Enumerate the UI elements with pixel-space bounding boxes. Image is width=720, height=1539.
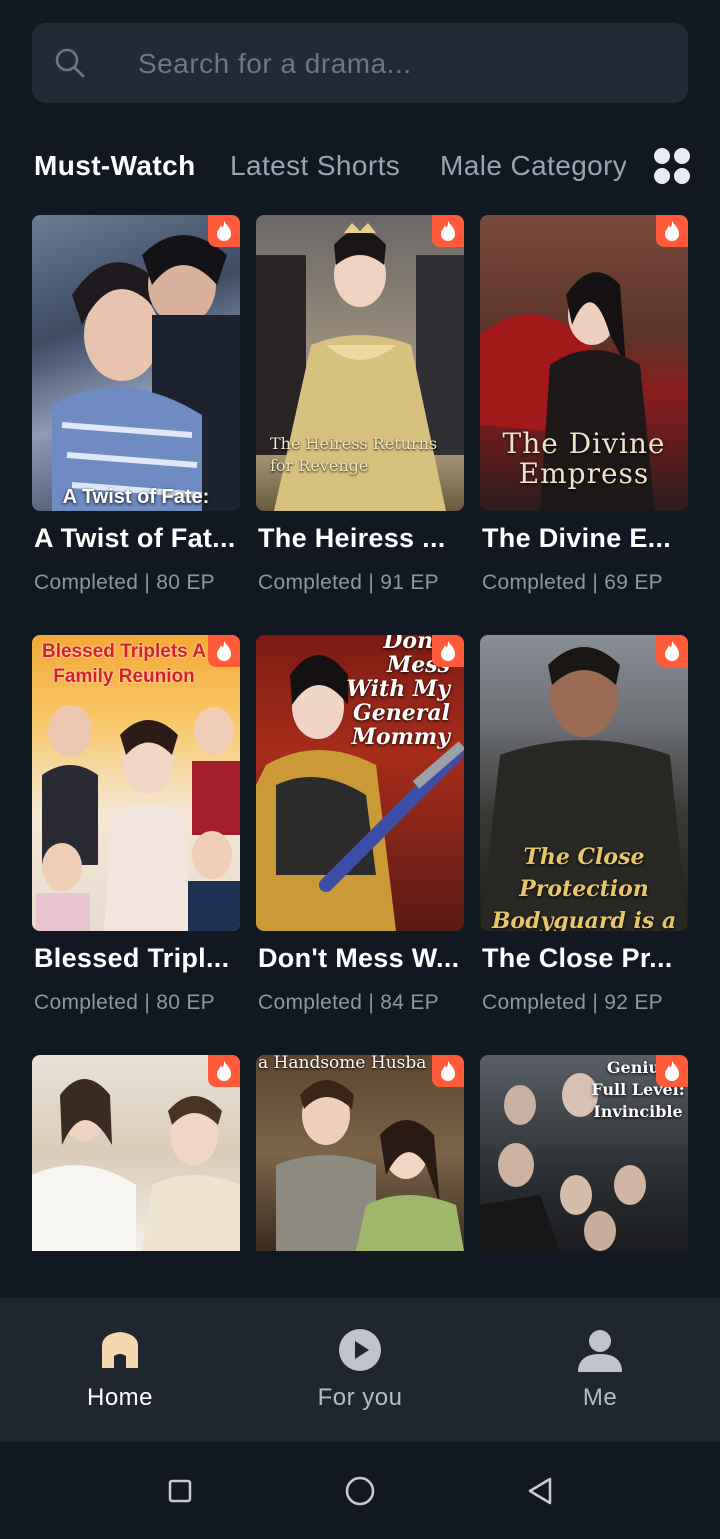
drama-poster[interactable]: The Close Protection Bodyguard is a War … xyxy=(480,635,688,931)
category-tabs: Must-Watch Latest Shorts Male Category xyxy=(0,130,720,202)
flame-icon xyxy=(441,1061,455,1081)
tab-male-category[interactable]: Male Category xyxy=(440,150,626,182)
drama-poster[interactable] xyxy=(32,1055,240,1251)
drama-meta: Completed | 84 EP xyxy=(258,991,439,1014)
tab-latest-shorts[interactable]: Latest Shorts xyxy=(230,150,400,182)
system-nav-bar xyxy=(0,1442,720,1539)
search-input[interactable] xyxy=(136,23,680,105)
flame-icon xyxy=(217,221,231,241)
recent-apps-icon[interactable] xyxy=(168,1479,192,1503)
search-icon xyxy=(55,48,85,78)
flame-icon xyxy=(665,221,679,241)
drama-poster[interactable]: a Handsome Husba xyxy=(256,1055,464,1251)
hot-badge xyxy=(656,635,688,667)
flame-icon xyxy=(665,641,679,661)
tab-must-watch[interactable]: Must-Watch xyxy=(34,150,196,182)
flame-icon xyxy=(665,1061,679,1081)
nav-home[interactable]: Home xyxy=(0,1298,240,1442)
drama-poster[interactable]: Blessed Triplets A Family Reunion xyxy=(32,635,240,931)
play-icon xyxy=(339,1329,381,1371)
hot-badge xyxy=(656,1055,688,1087)
back-icon[interactable] xyxy=(526,1476,554,1506)
hot-badge xyxy=(432,1055,464,1087)
hot-badge xyxy=(208,635,240,667)
bottom-nav: Home For you Me xyxy=(0,1298,720,1442)
hot-badge xyxy=(432,215,464,247)
drama-poster[interactable]: The Divine Empress xyxy=(480,215,688,511)
drama-meta: Completed | 80 EP xyxy=(34,571,215,594)
hot-badge xyxy=(432,635,464,667)
flame-icon xyxy=(217,641,231,661)
drama-poster[interactable]: A Twist of Fate: xyxy=(32,215,240,511)
poster-caption: A Twist of Fate: xyxy=(62,486,210,508)
drama-meta: Completed | 80 EP xyxy=(34,991,215,1014)
drama-title[interactable]: A Twist of Fat... xyxy=(34,523,246,554)
search-bar[interactable] xyxy=(32,23,688,105)
drama-meta: Completed | 91 EP xyxy=(258,571,439,594)
flame-icon xyxy=(441,221,455,241)
home-button-icon[interactable] xyxy=(345,1476,375,1506)
all-categories-icon[interactable] xyxy=(654,148,692,186)
drama-meta: Completed | 69 EP xyxy=(482,571,663,594)
flame-icon xyxy=(217,1061,231,1081)
poster-caption: a Handsome Husba xyxy=(258,1055,427,1073)
home-icon xyxy=(102,1332,138,1368)
nav-home-label: Home xyxy=(86,1384,154,1411)
nav-for-you[interactable]: For you xyxy=(240,1298,480,1442)
poster-caption: Blessed Triplets A Family Reunion xyxy=(41,641,207,687)
drama-title[interactable]: The Close Pr... xyxy=(482,943,694,974)
drama-title[interactable]: Don't Mess W... xyxy=(258,943,470,974)
poster-caption: The Heiress Returns for Revenge xyxy=(270,434,438,475)
flame-icon xyxy=(441,641,455,661)
drama-poster[interactable]: The Heiress Returns for Revenge xyxy=(256,215,464,511)
hot-badge xyxy=(208,215,240,247)
person-icon xyxy=(578,1330,622,1372)
poster-art xyxy=(52,235,240,511)
drama-meta: Completed | 92 EP xyxy=(482,991,663,1014)
drama-title[interactable]: Blessed Tripl... xyxy=(34,943,246,974)
hot-badge xyxy=(656,215,688,247)
poster-caption: The Divine Empress xyxy=(502,427,666,490)
poster-art xyxy=(276,1080,464,1251)
poster-art xyxy=(32,1079,240,1251)
hot-badge xyxy=(208,1055,240,1087)
drama-title[interactable]: The Heiress ... xyxy=(258,523,470,554)
poster-caption: The Close Protection Bodyguard is a War … xyxy=(491,844,677,931)
nav-for-you-label: For you xyxy=(317,1384,403,1411)
nav-me-label: Me xyxy=(582,1384,618,1411)
drama-poster[interactable]: Genius Full Level: Invincible xyxy=(480,1055,688,1251)
drama-poster[interactable]: Don't Mess With My General Mommy xyxy=(256,635,464,931)
drama-title[interactable]: The Divine E... xyxy=(482,523,694,554)
nav-me[interactable]: Me xyxy=(480,1298,720,1442)
